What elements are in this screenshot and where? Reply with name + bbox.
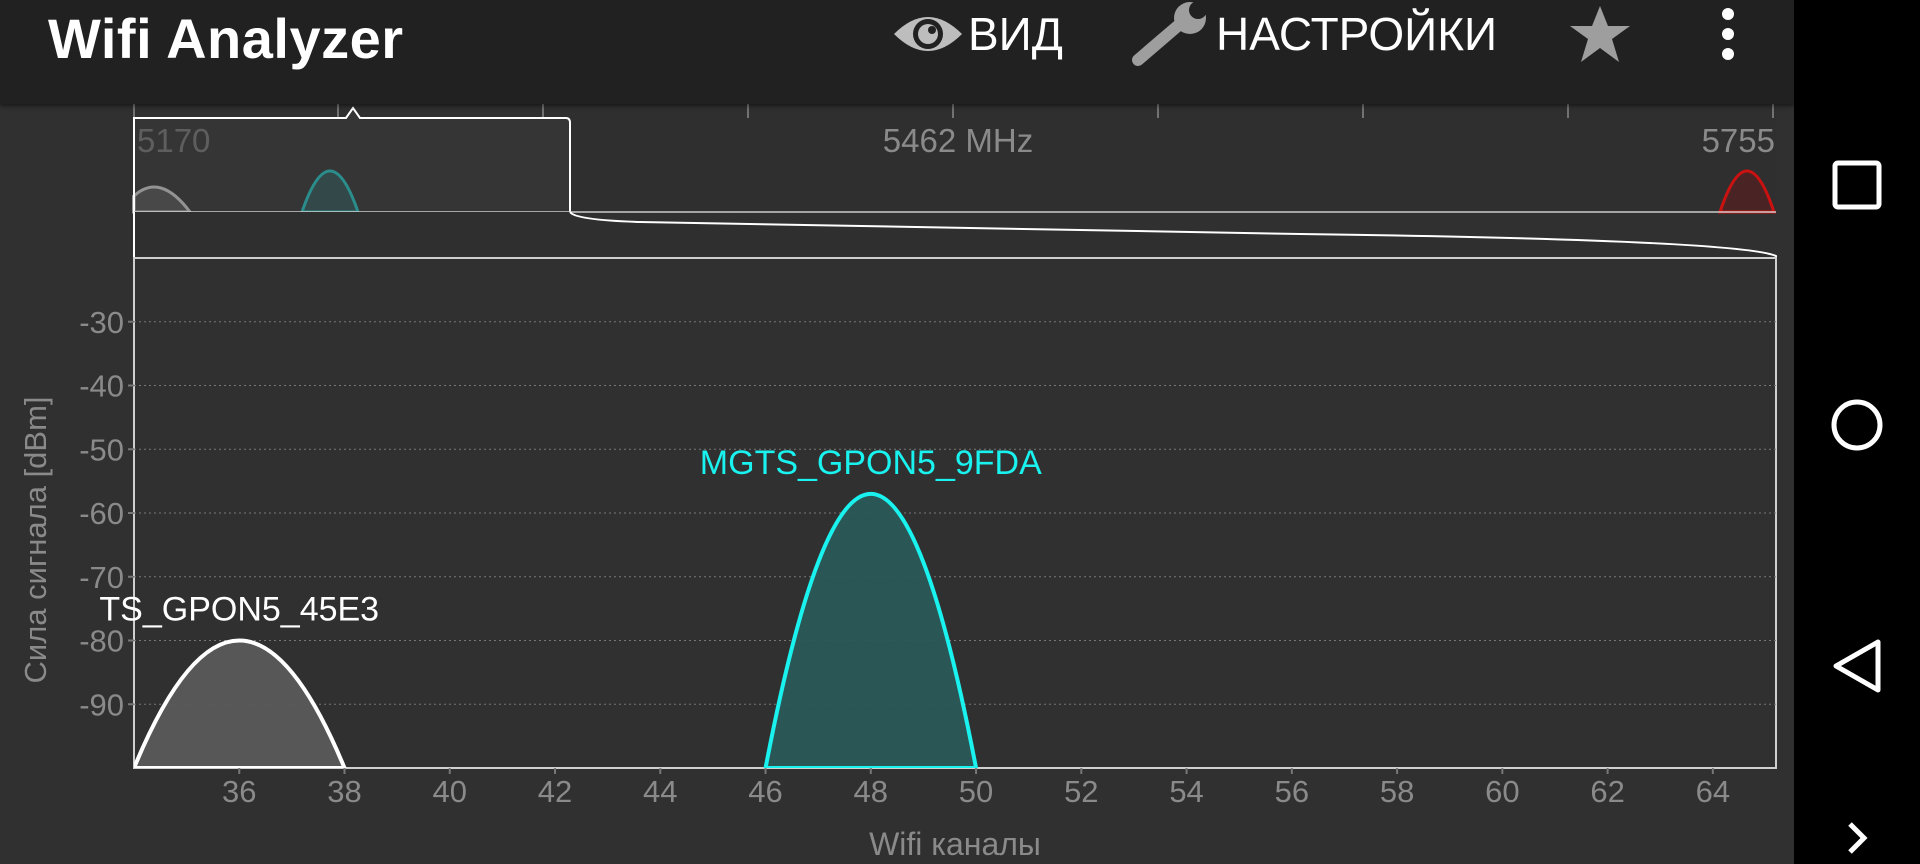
zoom-connector	[133, 211, 1777, 259]
wrench-icon	[1128, 1, 1216, 66]
y-tick-label: -70	[79, 560, 124, 595]
y-tick-label: -80	[79, 624, 124, 659]
view-label: ВИД	[968, 8, 1063, 60]
x-axis-label: Wifi каналы	[869, 826, 1041, 862]
freq-label-end: 5755	[1702, 122, 1775, 159]
y-tick-label: -60	[79, 496, 124, 531]
x-tick-label: 40	[433, 774, 467, 809]
x-tick-label: 38	[327, 774, 361, 809]
recents-square-icon	[1832, 160, 1882, 215]
home-circle-icon	[1830, 398, 1884, 457]
x-tick-label: 60	[1485, 774, 1519, 809]
x-tick-label: 62	[1590, 774, 1624, 809]
settings-button[interactable]: НАСТРОЙКИ	[1128, 0, 1497, 68]
y-axis-label: Сила сигнала [dBm]	[18, 396, 53, 683]
x-tick-label: 64	[1696, 774, 1730, 809]
x-tick-label: 44	[643, 774, 677, 809]
overview-selection-window[interactable]	[133, 106, 571, 212]
wifi-analyzer-app: 5170 5462 MHz 5755 -30 -40 -50 -60 -70 -80 -90…	[0, 0, 1794, 864]
x-tick-label: 52	[1064, 774, 1098, 809]
x-tick-label: 42	[538, 774, 572, 809]
system-navigation-bar	[1794, 0, 1920, 864]
settings-label: НАСТРОЙКИ	[1216, 8, 1498, 60]
main-chart[interactable]: -30 -40 -50 -60 -70 -80 -90 36 38 40 42 44 46 48 50 52…	[18, 257, 1777, 862]
app-title: Wifi Analyzer	[48, 7, 404, 70]
network-ssid-label: MGTS_GPON5_9FDA	[700, 444, 1042, 482]
channel-graph[interactable]: 5170 5462 MHz 5755 -30 -40 -50 -60 -70 -80 -90…	[0, 0, 1794, 864]
y-tick-label: -90	[79, 687, 124, 722]
x-tick-label: 56	[1275, 774, 1309, 809]
y-axis-ticks: -30 -40 -50 -60 -70 -80 -90	[79, 305, 134, 722]
y-tick-label: -40	[79, 369, 124, 404]
more-vert-icon	[1716, 6, 1740, 62]
y-tick-label: -30	[79, 305, 124, 340]
x-tick-label: 48	[854, 774, 888, 809]
overflow-menu-button[interactable]	[1716, 0, 1740, 68]
home-button[interactable]	[1794, 398, 1920, 457]
recents-button[interactable]	[1794, 160, 1920, 215]
eye-icon	[888, 6, 968, 62]
x-tick-label: 50	[959, 774, 993, 809]
star-icon	[1564, 2, 1636, 66]
network-ssid-label: TS_GPON5_45E3	[99, 591, 379, 629]
action-bar: Wifi Analyzer ВИД НАСТРОЙКИ	[0, 0, 1794, 104]
favorite-button[interactable]	[1564, 0, 1636, 68]
x-tick-label: 54	[1169, 774, 1203, 809]
x-tick-label: 58	[1380, 774, 1414, 809]
x-axis-ticks: 36 38 40 42 44 46 48 50 52 54 56 58 60 62 64	[222, 768, 1730, 809]
chevron-right-icon	[1842, 820, 1872, 861]
view-button[interactable]: ВИД	[888, 0, 1063, 68]
frequency-overview[interactable]: 5170 5462 MHz 5755	[132, 104, 1777, 259]
back-triangle-icon	[1830, 638, 1884, 699]
x-tick-label: 36	[222, 774, 256, 809]
x-tick-label: 46	[748, 774, 782, 809]
back-button[interactable]	[1794, 638, 1920, 699]
expand-button[interactable]	[1794, 820, 1920, 861]
y-tick-label: -50	[79, 432, 124, 467]
freq-label-mid: 5462 MHz	[883, 122, 1033, 159]
